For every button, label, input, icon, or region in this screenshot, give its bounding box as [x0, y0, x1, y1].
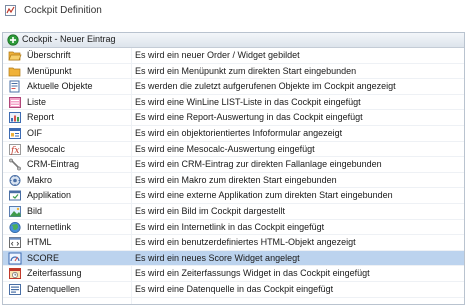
- item-name: Zeiterfassung: [27, 268, 82, 279]
- list-item-zeiterfassung[interactable]: Zeiterfassung Es wird ein Zeiterfassungs…: [3, 266, 464, 282]
- item-description: Es wird ein Zeiterfassungs Widget in das…: [135, 268, 370, 279]
- item-description: Es wird ein Makro zum direkten Start ein…: [135, 174, 337, 185]
- item-description: Es wird ein neuer Order / Widget gebilde…: [135, 50, 300, 60]
- folder-open-icon: [8, 51, 22, 61]
- item-name: Internetlink: [27, 221, 72, 232]
- image-icon: [9, 205, 21, 217]
- item-description: Es wird eine WinLine LIST-Liste in das C…: [135, 96, 361, 107]
- tree-header-label: Cockpit - Neuer Eintrag: [22, 34, 116, 44]
- time-tracking-icon: [9, 268, 21, 280]
- item-description: Es wird eine Report-Auswertung in das Co…: [135, 112, 363, 123]
- item-description: Es wird ein CRM-Eintrag zur direkten Fal…: [135, 159, 382, 170]
- list-item-aktuelle-objekte[interactable]: Aktuelle Objekte Es werden die zuletzt a…: [3, 79, 464, 95]
- item-name: HTML: [27, 237, 52, 248]
- list-item-liste[interactable]: Liste Es wird eine WinLine LIST-Liste in…: [3, 95, 464, 111]
- item-name: CRM-Eintrag: [27, 159, 80, 170]
- entry-list: Überschrift Es wird ein neuer Order / Wi…: [3, 48, 464, 298]
- entry-tree[interactable]: Cockpit - Neuer Eintrag Überschrift Es w…: [2, 32, 465, 305]
- list-item-internetlink[interactable]: Internetlink Es wird ein Internetlink in…: [3, 220, 464, 236]
- item-description: Es wird ein objektorientiertes Infoformu…: [135, 127, 343, 138]
- macro-icon: [9, 174, 21, 186]
- list-item-report[interactable]: Report Es wird eine Report-Auswertung in…: [3, 110, 464, 126]
- item-name: Menüpunkt: [27, 65, 72, 76]
- mesocalc-icon: fx: [9, 143, 21, 156]
- item-description: Es wird ein benutzerdefiniertes HTML-Obj…: [135, 237, 356, 248]
- list-icon: [9, 96, 21, 108]
- item-name: Applikation: [27, 190, 72, 201]
- title-bar: Cockpit Definition: [0, 0, 467, 24]
- item-name: SCORE: [27, 252, 60, 263]
- datasource-icon: [9, 283, 21, 295]
- list-item-menuepunkt[interactable]: Menüpunkt Es wird ein Menüpunkt zum dire…: [3, 64, 464, 80]
- item-description: Es wird ein Menüpunkt zum direkten Start…: [135, 65, 357, 76]
- item-name: Mesocalc: [27, 143, 66, 154]
- app-icon: [5, 5, 16, 16]
- crm-icon: [9, 158, 21, 171]
- list-item-score[interactable]: SCORE Es wird ein neues Score Widget ang…: [3, 250, 464, 267]
- item-name: Bild: [27, 205, 43, 216]
- list-item-mesocalc[interactable]: fx Mesocalc Es wird eine Mesocalc-Auswer…: [3, 142, 464, 158]
- score-icon: [8, 252, 22, 265]
- item-name: Aktuelle Objekte: [27, 81, 93, 92]
- list-item-oif[interactable]: OIF Es wird ein objektorientiertes Infof…: [3, 126, 464, 142]
- list-item-applikation[interactable]: Applikation Es wird eine externe Applika…: [3, 188, 464, 204]
- application-icon: [9, 190, 21, 201]
- list-item-html[interactable]: HTML Es wird ein benutzerdefiniertes HTM…: [3, 235, 464, 251]
- item-name: Überschrift: [27, 50, 71, 60]
- tree-header[interactable]: Cockpit - Neuer Eintrag: [3, 33, 464, 48]
- list-item-bild[interactable]: Bild Es wird ein Bild im Cockpit dargest…: [3, 204, 464, 220]
- item-description: Es werden die zuletzt aufgerufenen Objek…: [135, 81, 396, 92]
- svg-text:fx: fx: [10, 146, 19, 156]
- folder-icon: [8, 67, 21, 76]
- item-name: Liste: [27, 96, 47, 107]
- report-icon: [9, 112, 21, 124]
- item-name: OIF: [27, 127, 42, 138]
- item-description: Es wird ein Internetlink in das Cockpit …: [135, 221, 325, 232]
- item-description: Es wird ein neues Score Widget angelegt: [135, 252, 300, 263]
- window-title: Cockpit Definition: [24, 5, 102, 16]
- item-description: Es wird eine Mesocalc-Auswertung eingefü…: [135, 143, 315, 154]
- plus-circle-icon: [7, 34, 19, 46]
- list-item-datenquellen[interactable]: Datenquellen Es wird eine Datenquelle in…: [3, 282, 464, 298]
- item-name: Makro: [27, 174, 53, 185]
- list-item-makro[interactable]: Makro Es wird ein Makro zum direkten Sta…: [3, 173, 464, 189]
- recent-objects-icon: [9, 80, 20, 93]
- item-name: Report: [27, 112, 55, 123]
- html-icon: [9, 237, 21, 249]
- list-item-crm-eintrag[interactable]: CRM-Eintrag Es wird ein CRM-Eintrag zur …: [3, 157, 464, 173]
- item-name: Datenquellen: [27, 283, 81, 294]
- list-item-ueberschrift[interactable]: Überschrift Es wird ein neuer Order / Wi…: [3, 48, 464, 64]
- globe-icon: [9, 221, 21, 233]
- item-description: Es wird ein Bild im Cockpit dargestellt: [135, 205, 286, 216]
- item-description: Es wird eine Datenquelle in das Cockpit …: [135, 283, 334, 294]
- item-description: Es wird eine externe Applikation zum dir…: [135, 190, 393, 201]
- oif-icon: [9, 127, 21, 139]
